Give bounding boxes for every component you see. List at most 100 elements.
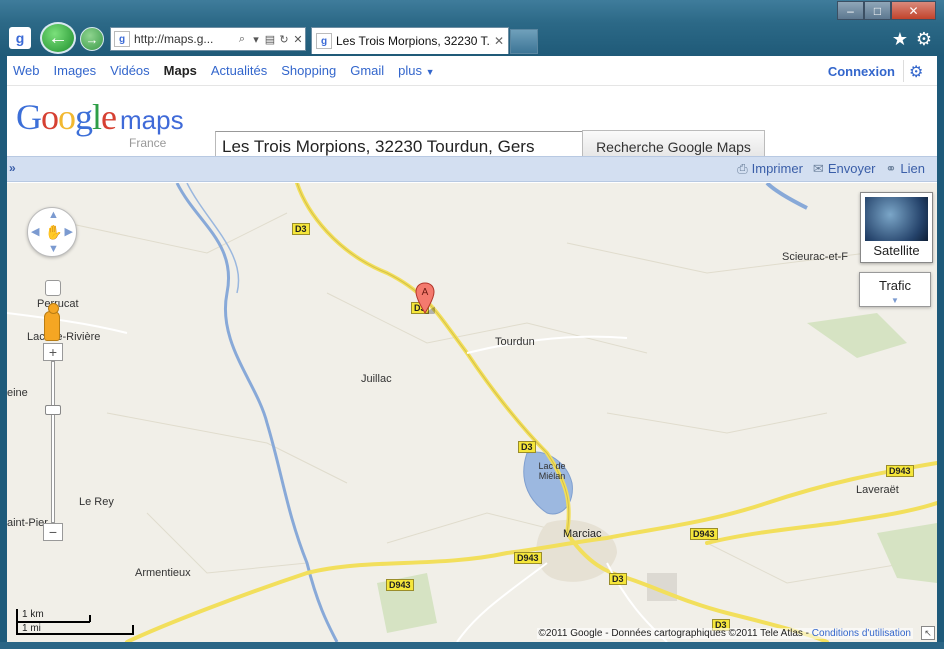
window-controls: – □ ✕ — [837, 1, 936, 20]
back-button[interactable]: ← — [40, 22, 76, 54]
map-toolbar: » ⎙ Imprimer ✉ Envoyer ⚭ Lien — [7, 156, 937, 182]
maximize-button[interactable]: □ — [864, 1, 891, 20]
road-shield: D943 — [690, 528, 718, 540]
minimize-button[interactable]: – — [837, 1, 864, 20]
maps-header: Googlemaps France Recherche Google Maps — [7, 86, 937, 163]
place-label: eine — [7, 387, 28, 399]
hand-icon: ✋ — [45, 224, 63, 240]
gbar-link-web[interactable]: Web — [13, 63, 40, 78]
copyright-text: ©2011 Google - Données cartographiques ©… — [538, 628, 812, 639]
print-label: Imprimer — [751, 161, 803, 176]
globe-icon — [865, 197, 928, 241]
gbar-link-actualites[interactable]: Actualités — [211, 63, 267, 78]
zoom-in-button[interactable]: + — [43, 343, 63, 361]
place-label: Scieurac-et-F — [782, 251, 849, 263]
gbar-link-shopping[interactable]: Shopping — [281, 63, 336, 78]
overview-map-toggle-icon[interactable]: ↖ — [921, 626, 935, 640]
link-link[interactable]: ⚭ Lien — [886, 161, 925, 177]
gbar-plus-label: plus — [398, 63, 423, 78]
zoom-out-button[interactable]: − — [43, 523, 63, 541]
address-bar[interactable]: g http://maps.g... ⌕ ▾ ▤ ↻ ✕ — [110, 27, 306, 51]
print-link[interactable]: ⎙ Imprimer — [737, 161, 803, 177]
traffic-label: Trafic — [878, 278, 912, 293]
chevron-down-icon: ▼ — [891, 296, 899, 305]
scale-km: 1 km — [22, 609, 44, 620]
marker-label: A — [422, 287, 429, 298]
tools-gear-icon[interactable]: ⚙ — [916, 29, 932, 50]
search-icon[interactable]: ⌕ — [235, 33, 249, 46]
window-frame-bottom — [0, 642, 944, 649]
gbar-link-plus[interactable]: plus ▼ — [398, 63, 434, 78]
back-arrow-icon: ← — [48, 26, 68, 49]
close-window-button[interactable]: ✕ — [891, 1, 936, 20]
satellite-button[interactable]: Satellite — [860, 192, 933, 263]
place-label: Le Rey — [79, 496, 114, 508]
pan-left-icon[interactable]: ◀ — [31, 225, 39, 238]
site-favicon-icon: g — [114, 31, 130, 47]
send-link[interactable]: ✉ Envoyer — [813, 161, 876, 177]
send-label: Envoyer — [827, 161, 876, 176]
favorites-star-icon[interactable]: ★ — [892, 29, 908, 50]
pan-right-icon[interactable]: ▶ — [65, 225, 73, 238]
printer-icon: ⎙ — [737, 161, 748, 176]
pan-up-icon[interactable]: ▲ — [48, 209, 59, 221]
place-label: Lacave-Rivière — [27, 331, 101, 343]
link-label: Lien — [900, 161, 925, 176]
logo-maps-text: maps — [120, 105, 184, 135]
toolbar-actions: ⎙ Imprimer ✉ Envoyer ⚭ Lien — [737, 161, 925, 177]
reset-view-icon[interactable] — [45, 280, 61, 296]
compatibility-icon[interactable]: ▤ — [263, 33, 277, 46]
tab-title: Les Trois Morpions, 32230 T... — [336, 34, 491, 48]
satellite-label: Satellite — [873, 243, 920, 258]
settings-gear-icon[interactable]: ⚙ — [909, 62, 927, 81]
road-shield: D3 — [292, 223, 310, 235]
road-shield: D943 — [514, 552, 542, 564]
google-bar: Web Images Vidéos Maps Actualités Shoppi… — [7, 56, 937, 86]
stop-icon[interactable]: ✕ — [291, 33, 305, 46]
web-page: Web Images Vidéos Maps Actualités Shoppi… — [7, 56, 937, 642]
tab-favicon-icon: g — [316, 33, 332, 49]
pan-control[interactable]: ▲ ▼ ◀ ▶ ✋ — [27, 207, 77, 257]
chevron-down-icon: ▼ — [425, 67, 435, 77]
logo-google-text: Google — [16, 97, 117, 137]
place-label: Juillac — [361, 373, 392, 385]
pegman-icon[interactable] — [44, 303, 60, 341]
place-label: Tourdun — [495, 336, 535, 348]
signin-link[interactable]: Connexion — [828, 64, 895, 79]
browser-chrome: – □ ✕ g ← → g http://maps.g... ⌕ ▾ ▤ ↻ ✕… — [0, 0, 944, 56]
road-shield: D943 — [386, 579, 414, 591]
road-shield: D3 — [518, 441, 536, 453]
map-canvas[interactable]: Perrucat Lacave-Rivière eine Juillac Tou… — [7, 183, 937, 642]
gbar-link-images[interactable]: Images — [54, 63, 97, 78]
address-url[interactable]: http://maps.g... — [134, 32, 235, 46]
map-copyright: ©2011 Google - Données cartographiques ©… — [536, 628, 913, 639]
tab-google-maps[interactable]: g Les Trois Morpions, 32230 T... ✕ — [311, 27, 509, 54]
place-label: Laveraët — [856, 484, 899, 496]
road-shield: D3 — [609, 573, 627, 585]
pan-down-icon[interactable]: ▼ — [48, 243, 59, 255]
collapse-panel-icon[interactable]: » — [9, 161, 16, 175]
place-label: Lac de Miélan — [538, 461, 566, 481]
envelope-icon: ✉ — [812, 161, 824, 176]
forward-button[interactable]: → — [80, 27, 104, 51]
gbar-divider — [903, 60, 904, 82]
zoom-slider-thumb[interactable] — [45, 405, 61, 415]
gbar-link-videos[interactable]: Vidéos — [110, 63, 150, 78]
map-scale: 1 km 1 mi — [16, 607, 134, 637]
place-label: Marciac — [563, 528, 602, 540]
place-label: aint-Pier — [7, 517, 48, 529]
gbar-link-maps[interactable]: Maps — [164, 63, 197, 78]
scale-mi: 1 mi — [22, 623, 41, 634]
terms-link[interactable]: Conditions d'utilisation — [812, 628, 911, 639]
location-marker-icon[interactable]: A — [415, 282, 435, 314]
chain-link-icon: ⚭ — [885, 161, 897, 176]
traffic-button[interactable]: Trafic ▼ — [859, 272, 931, 307]
zoom-slider-track[interactable] — [51, 361, 55, 523]
google-maps-logo[interactable]: Google maps France — [16, 96, 184, 150]
gbar-link-gmail[interactable]: Gmail — [350, 63, 384, 78]
forward-arrow-icon: → — [85, 31, 99, 47]
dropdown-icon[interactable]: ▾ — [249, 33, 263, 46]
new-tab-button[interactable] — [510, 29, 538, 54]
refresh-icon[interactable]: ↻ — [277, 33, 291, 46]
tab-close-icon[interactable]: ✕ — [494, 34, 504, 48]
